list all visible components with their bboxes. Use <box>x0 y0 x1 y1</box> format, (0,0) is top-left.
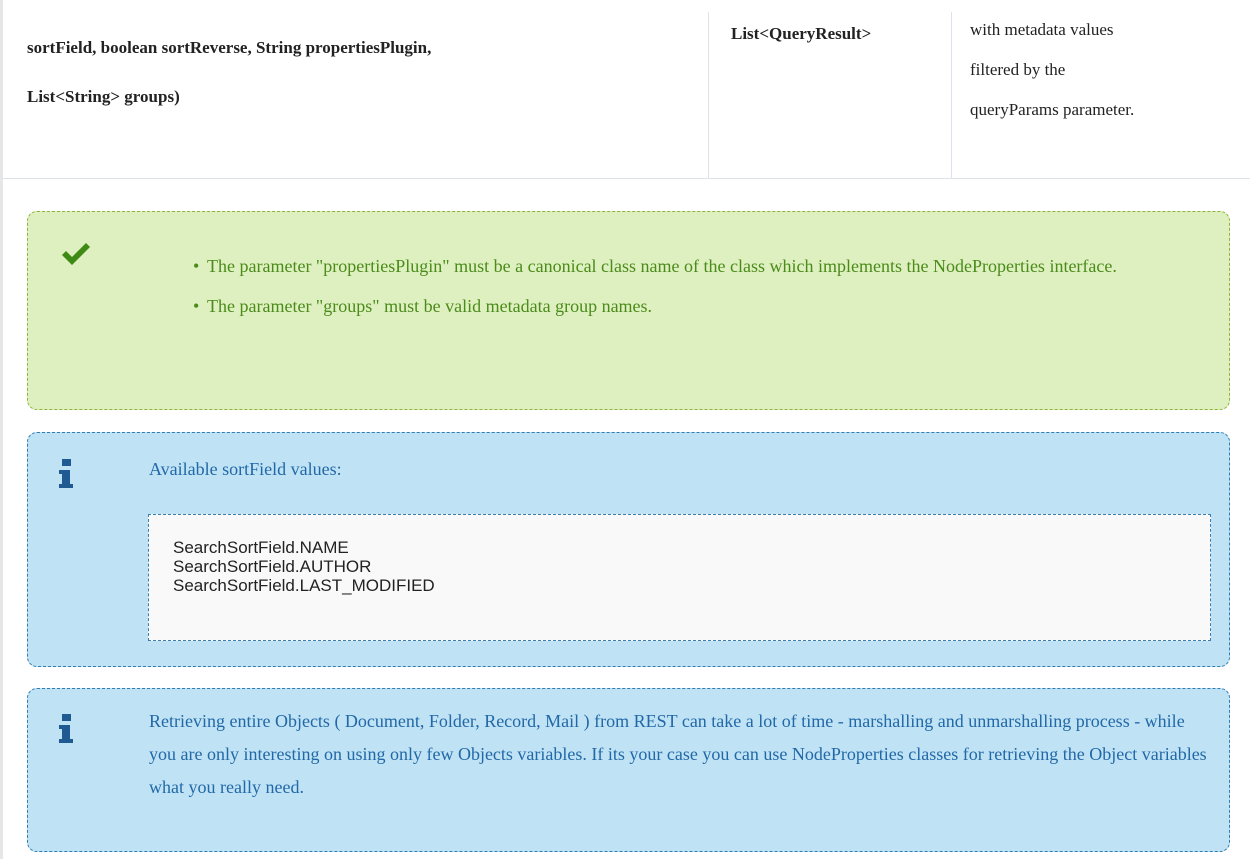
success-list: The parameter "propertiesPlugin" must be… <box>193 246 1193 326</box>
description-cell: with metadata values filtered by the que… <box>970 10 1240 178</box>
success-admonition: The parameter "propertiesPlugin" must be… <box>27 211 1230 410</box>
signature-line-1: sortField, boolean sortReverse, String p… <box>27 38 432 57</box>
code-line: SearchSortField.AUTHOR <box>173 557 372 576</box>
code-block: SearchSortField.NAME SearchSortField.AUT… <box>148 514 1211 641</box>
method-signature-cell: sortField, boolean sortReverse, String p… <box>27 23 707 178</box>
signature-line-2: List<String> groups) <box>27 87 180 106</box>
return-type-cell: List<QueryResult> <box>731 24 872 43</box>
column-divider <box>951 12 952 178</box>
info-icon <box>59 714 73 743</box>
code-line: SearchSortField.NAME <box>173 538 349 557</box>
info-icon <box>59 459 73 488</box>
info-admonition-performance: Retrieving entire Objects ( Document, Fo… <box>27 688 1230 852</box>
description-line-3: queryParams parameter. <box>970 100 1135 119</box>
description-line-2: filtered by the <box>970 60 1066 79</box>
column-divider <box>708 12 709 178</box>
code-line: SearchSortField.LAST_MODIFIED <box>173 576 435 595</box>
check-icon <box>62 243 90 265</box>
description-line-1: with metadata values <box>970 20 1114 39</box>
list-item: The parameter "groups" must be valid met… <box>193 286 1193 326</box>
info-admonition-sortfield: Available sortField values: SearchSortFi… <box>27 432 1230 667</box>
info-title: Available sortField values: <box>149 459 342 479</box>
info-text: Retrieving entire Objects ( Document, Fo… <box>149 711 1207 797</box>
api-table-row: sortField, boolean sortReverse, String p… <box>3 0 1250 179</box>
list-item: The parameter "propertiesPlugin" must be… <box>193 246 1193 286</box>
